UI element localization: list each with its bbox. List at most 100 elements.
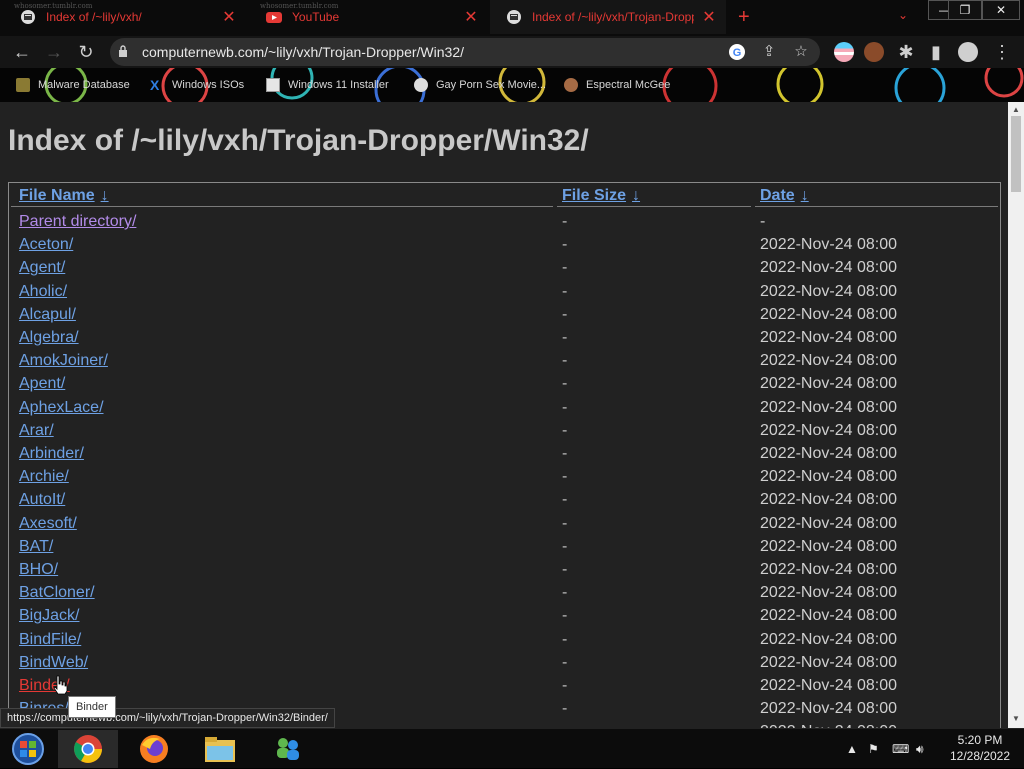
avatar-icon: [564, 78, 578, 92]
bookmarks-bar: Malware Database X Windows ISOs Windows …: [0, 68, 1024, 102]
bookmark-windows-isos[interactable]: X Windows ISOs: [150, 75, 244, 95]
chevron-down-icon[interactable]: ⌄: [898, 8, 908, 22]
directory-link[interactable]: AutoIt/: [19, 491, 65, 509]
tab-trojan-dropper[interactable]: Index of /~lily/vxh/Trojan-Dropp ✕: [490, 0, 726, 34]
directory-link[interactable]: Alcapul/: [19, 306, 76, 324]
bookmark-label: Gay Porn Sex Movie...: [436, 79, 547, 91]
date-cell: 2022-Nov-24 08:00: [760, 259, 897, 277]
date-cell: 2022-Nov-24 08:00: [760, 630, 897, 648]
file-size-cell: -: [562, 352, 568, 370]
directory-link[interactable]: BatCloner/: [19, 584, 95, 602]
lock-icon[interactable]: [118, 45, 128, 57]
date-cell: 2022-Nov-24 08:00: [760, 653, 897, 671]
start-button[interactable]: [0, 730, 56, 768]
directory-link[interactable]: Axesoft/: [19, 515, 77, 533]
show-hidden-icons-chevron-icon[interactable]: ▲: [846, 729, 858, 769]
close-window-button[interactable]: ✕: [982, 0, 1020, 20]
puzzle-extensions-icon[interactable]: ✱: [896, 42, 916, 62]
vertical-scrollbar[interactable]: ▲ ▼: [1008, 102, 1024, 728]
bookmark-windows-11-installer[interactable]: Windows 11 Installer: [266, 75, 389, 95]
directory-link[interactable]: Aceton/: [19, 236, 73, 254]
date-cell: 2022-Nov-24 08:00: [760, 677, 897, 694]
taskbar-messenger[interactable]: [258, 730, 318, 768]
url-text[interactable]: computernewb.com/~lily/vxh/Trojan-Droppe…: [142, 44, 464, 60]
scrollbar-thumb[interactable]: [1011, 116, 1021, 192]
table-row: AphexLace/ - 2022-Nov-24 08:00: [9, 395, 999, 418]
tab-title: Index of /~lily/vxh/Trojan-Dropp: [532, 10, 694, 24]
bookmark-site[interactable]: Gay Porn Sex Movie...: [414, 75, 546, 95]
date-cell: -: [760, 213, 766, 230]
date-cell: 2022-Nov-24 08:00: [760, 468, 897, 486]
taskbar-chrome[interactable]: [58, 730, 118, 768]
file-size-cell: -: [562, 630, 568, 648]
svg-text:G: G: [733, 47, 742, 59]
directory-link[interactable]: Arbinder/: [19, 445, 84, 463]
date-cell: 2022-Nov-24 08:00: [760, 514, 897, 532]
google-lens-icon[interactable]: G: [728, 43, 746, 61]
close-icon[interactable]: ✕: [464, 7, 478, 27]
side-panel-icon[interactable]: ▮: [926, 42, 946, 62]
scroll-down-arrow-icon[interactable]: ▼: [1012, 714, 1020, 723]
reload-icon[interactable]: ↻: [76, 42, 96, 62]
file-size-cell: -: [562, 491, 568, 509]
directory-link[interactable]: Apent/: [19, 375, 65, 393]
directory-link[interactable]: Archie/: [19, 468, 69, 486]
profile-avatar-icon[interactable]: [958, 42, 978, 62]
more-menu-icon[interactable]: ⋮: [992, 42, 1012, 62]
close-icon[interactable]: ✕: [702, 7, 716, 27]
extension-flag-icon[interactable]: [834, 42, 854, 62]
table-row: Alcapul/ - 2022-Nov-24 08:00: [9, 302, 999, 325]
bookmark-malware-database[interactable]: Malware Database: [16, 75, 130, 95]
column-header-file-name[interactable]: File Name ↓: [19, 187, 109, 205]
bookmark-label: Malware Database: [38, 79, 130, 91]
tab-youtube[interactable]: YouTube ✕: [250, 0, 488, 34]
star-bookmark-icon[interactable]: ☆: [792, 43, 810, 61]
taskbar-firefox[interactable]: [124, 730, 184, 768]
column-header-date[interactable]: Date ↓: [760, 187, 809, 205]
new-tab-plus-icon[interactable]: +: [738, 7, 750, 27]
share-icon[interactable]: ⇪: [760, 43, 778, 61]
taskbar-file-explorer[interactable]: [190, 730, 250, 768]
date-cell: 2022-Nov-24 08:00: [760, 282, 897, 300]
table-row: BindFile/ - 2022-Nov-24 08:00: [9, 627, 999, 650]
address-bar[interactable]: computernewb.com/~lily/vxh/Trojan-Droppe…: [110, 38, 820, 66]
tab-strip: whosomer.tumblr.com whosomer.tumblr.com …: [0, 0, 1024, 36]
close-icon[interactable]: ✕: [222, 7, 236, 27]
restore-button[interactable]: ❐: [948, 0, 982, 20]
bookmark-espectral-mcgee[interactable]: Espectral McGee: [564, 75, 670, 95]
date-cell: 2022-Nov-24 08:00: [760, 491, 897, 509]
column-label: File Size: [562, 187, 627, 204]
volume-icon[interactable]: 🔊︎: [916, 729, 924, 769]
directory-link[interactable]: Arar/: [19, 422, 54, 440]
firefox-icon: [140, 735, 168, 763]
extension-avatar-icon[interactable]: [864, 42, 884, 62]
back-arrow-icon[interactable]: ←: [12, 42, 32, 62]
network-icon[interactable]: ⌨: [892, 729, 909, 769]
directory-link[interactable]: BindWeb/: [19, 654, 88, 672]
table-row: Arbinder/ - 2022-Nov-24 08:00: [9, 441, 999, 464]
parent-directory-link[interactable]: Parent directory/: [19, 213, 136, 231]
directory-link[interactable]: BigJack/: [19, 607, 79, 625]
directory-link[interactable]: Algebra/: [19, 329, 79, 347]
action-center-flag-icon[interactable]: ⚑: [868, 729, 879, 769]
browser-toolbar: ← → ↻ computernewb.com/~lily/vxh/Trojan-…: [0, 36, 1024, 68]
table-row: Arar/ - 2022-Nov-24 08:00: [9, 418, 999, 441]
directory-link[interactable]: AphexLace/: [19, 399, 104, 417]
directory-link[interactable]: BindFile/: [19, 631, 81, 649]
site-icon: [414, 78, 428, 92]
date-cell: 2022-Nov-24 08:00: [760, 305, 897, 323]
directory-favicon-icon: [20, 9, 36, 25]
directory-link[interactable]: BHO/: [19, 561, 58, 579]
table-row: Aceton/ - 2022-Nov-24 08:00: [9, 232, 999, 255]
column-header-file-size[interactable]: File Size ↓: [562, 187, 640, 205]
forward-arrow-icon[interactable]: →: [44, 42, 64, 62]
directory-link[interactable]: BAT/: [19, 538, 53, 556]
scroll-up-arrow-icon[interactable]: ▲: [1012, 105, 1020, 114]
tab-index-vxh[interactable]: Index of /~lily/vxh/ ✕: [4, 0, 246, 34]
bookmark-label: Windows ISOs: [172, 79, 245, 91]
clock-date: 12/28/2022: [949, 749, 1011, 763]
directory-link[interactable]: Agent/: [19, 259, 65, 277]
directory-link[interactable]: AmokJoiner/: [19, 352, 108, 370]
system-clock[interactable]: 5:20 PM 12/28/2022: [938, 732, 1022, 764]
directory-link[interactable]: Aholic/: [19, 283, 67, 301]
